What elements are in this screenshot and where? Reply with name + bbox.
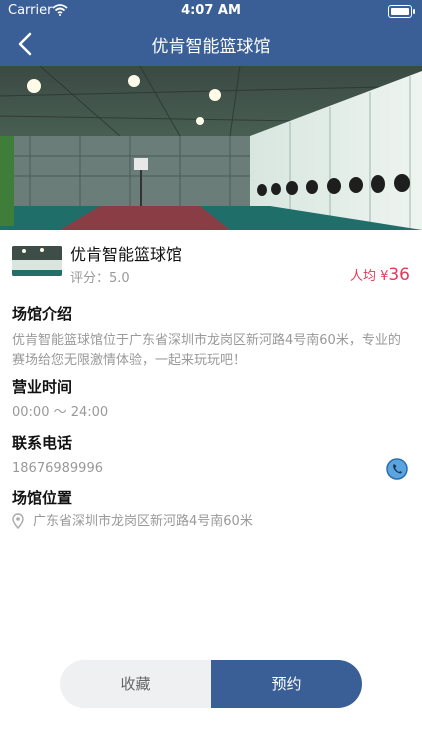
- status-bar: Carrier 4:07 AM: [0, 0, 422, 22]
- rating-label: 评分：: [70, 271, 110, 286]
- nav-bar: 优肯智能篮球馆: [0, 22, 422, 66]
- rating-value: 5.0: [109, 271, 130, 286]
- location-address: 广东省深圳市龙岗区新河路4号南60米: [33, 514, 253, 529]
- contact-title: 联系电话: [12, 434, 73, 452]
- intro-title: 场馆介绍: [12, 305, 73, 323]
- venue-photo: [0, 66, 422, 230]
- location-pin-icon: [12, 513, 24, 530]
- price-per-person: 人均 ¥36: [350, 265, 410, 285]
- intro-text: 优肯智能篮球馆位于广东省深圳市龙岗区新河路4号南60米，专业的赛场给您无限激情体…: [12, 333, 401, 368]
- action-bar: 收藏 预约: [60, 660, 362, 708]
- page-title: 优肯智能篮球馆: [151, 37, 271, 57]
- call-button[interactable]: [386, 458, 408, 480]
- venue-rating: 评分：5.0: [70, 267, 130, 286]
- contact-phone: 18676989996: [12, 461, 103, 476]
- battery-icon: [388, 5, 415, 18]
- hours-value: 00:00 ～ 24:00: [12, 405, 109, 420]
- header: Carrier 4:07 AM 优肯智能篮球馆: [0, 0, 422, 66]
- price-value: 36: [388, 265, 410, 285]
- price-prefix: 人均 ¥: [349, 269, 389, 284]
- hours-title: 营业时间: [12, 378, 73, 396]
- venue-summary: 优肯智能篮球馆 评分：5.0 人均 ¥36: [12, 240, 410, 290]
- venue-thumbnail: [12, 246, 62, 276]
- phone-icon: [386, 458, 408, 480]
- location-title: 场馆位置: [12, 489, 73, 507]
- book-button[interactable]: 预约: [211, 660, 362, 708]
- venue-name: 优肯智能篮球馆: [70, 245, 183, 264]
- status-time: 4:07 AM: [181, 3, 241, 18]
- favorite-button[interactable]: 收藏: [60, 660, 211, 708]
